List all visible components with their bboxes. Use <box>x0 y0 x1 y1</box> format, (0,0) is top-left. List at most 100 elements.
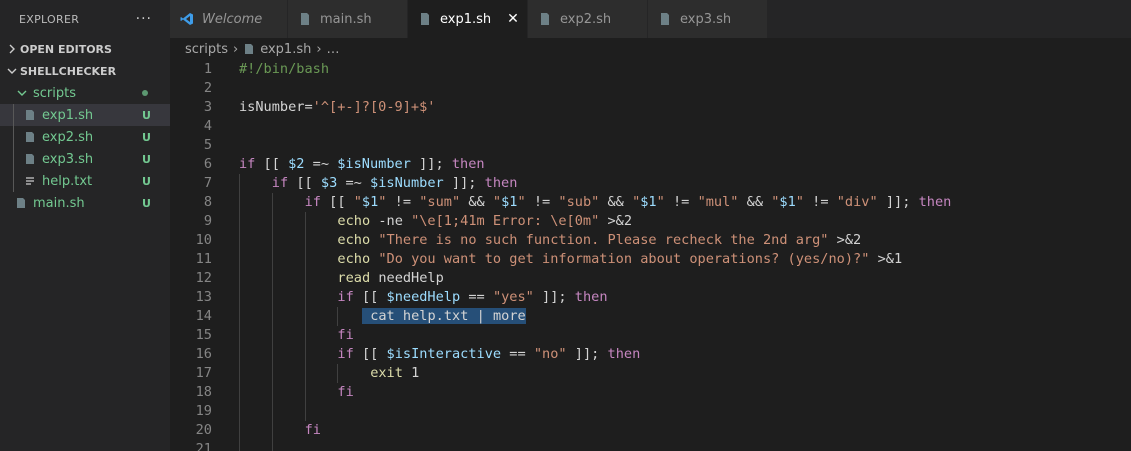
tree-folder-scripts[interactable]: scripts <box>0 82 170 104</box>
code-token: 1 <box>402 365 420 381</box>
code-line[interactable]: 19 <box>170 402 1131 421</box>
code-token: $2 <box>288 156 305 172</box>
code-line[interactable]: 12 read needHelp <box>170 269 1131 288</box>
code-token: then <box>484 175 518 191</box>
line-number: 17 <box>195 365 212 381</box>
line-number: 5 <box>203 137 212 153</box>
code-line[interactable]: 2 <box>170 79 1131 98</box>
code-token: cat help.txt | more <box>370 308 526 324</box>
code-token: && <box>599 194 633 210</box>
code-token: " <box>656 194 665 210</box>
code-token: ]]; <box>443 175 485 191</box>
tree-file-exp1[interactable]: exp1.sh U <box>0 104 170 126</box>
code-token: read <box>337 270 371 286</box>
indent-guide <box>271 193 273 212</box>
tree-item-label: exp2.sh <box>42 129 94 145</box>
breadcrumb-more[interactable]: … <box>327 42 340 57</box>
code-line[interactable]: 14 cat help.txt | more <box>170 307 1131 326</box>
code-line[interactable]: 13 if [[ $needHelp == "yes" ]]; then <box>170 288 1131 307</box>
breadcrumb-folder[interactable]: scripts <box>185 42 228 57</box>
code-token: fi <box>337 384 354 400</box>
tree-file-exp3[interactable]: exp3.sh U <box>0 148 170 170</box>
code-token: "sub" <box>558 194 600 210</box>
code-token: [[ <box>353 289 387 305</box>
breadcrumb-file[interactable]: exp1.sh <box>260 42 311 57</box>
code-editor[interactable]: 1 #!/bin/bash 2 3 isNumber='^[+-]?[0-9]+$' 4 5… <box>170 60 1131 451</box>
tree-file-exp2[interactable]: exp2.sh U <box>0 126 170 148</box>
code-text: if [[ $3 =~ $isNumber ]]; then <box>272 174 518 193</box>
tree-item-label: exp1.sh <box>42 107 94 123</box>
code-line[interactable]: 8 if [[ "$1" != "sum" && "$1" != "sub" &&… <box>170 193 1131 212</box>
code-token: $needHelp <box>386 289 461 305</box>
untracked-badge: U <box>142 196 151 210</box>
code-token: -ne <box>370 213 412 229</box>
explorer-header: EXPLORER ··· <box>0 0 170 38</box>
code-token: if <box>304 194 321 210</box>
chevron-right-icon <box>4 44 20 54</box>
tree-file-help[interactable]: help.txt U <box>0 170 170 192</box>
tab-main-sh[interactable]: main.sh <box>288 0 408 38</box>
chevron-right-icon: › <box>316 41 322 57</box>
indent-guide <box>239 231 240 250</box>
project-section[interactable]: SHELLCHECKER <box>0 60 170 82</box>
indent-guide <box>271 269 273 288</box>
code-token: && <box>460 194 493 210</box>
indent-guide <box>271 402 273 421</box>
code-token: echo <box>337 213 371 229</box>
code-token: needHelp <box>370 270 444 286</box>
indent-guide <box>239 269 240 288</box>
code-line[interactable]: 9 echo -ne "\e[1;41m Error: \e[0m" >&2 <box>170 212 1131 231</box>
tab-exp1-sh[interactable]: exp1.sh ✕ <box>408 0 528 38</box>
code-line[interactable]: 21 <box>170 440 1131 451</box>
file-icon <box>537 11 553 27</box>
code-line[interactable]: 7 if [[ $3 =~ $isNumber ]]; then <box>170 174 1131 193</box>
code-line[interactable]: 1 #!/bin/bash <box>170 60 1131 79</box>
line-number: 10 <box>195 232 212 248</box>
code-text: read needHelp <box>337 269 443 288</box>
code-line[interactable]: 3 isNumber='^[+-]?[0-9]+$' <box>170 98 1131 117</box>
more-actions-icon[interactable]: ··· <box>136 11 152 27</box>
code-line[interactable]: 10 echo "There is no such function. Pleas… <box>170 231 1131 250</box>
code-line[interactable]: 11 echo "Do you want to get information a… <box>170 250 1131 269</box>
code-line[interactable]: 20 fi <box>170 421 1131 440</box>
indent-guide <box>271 307 273 326</box>
chevron-right-icon: › <box>233 41 239 57</box>
explorer-sidebar: EXPLORER ··· OPEN EDITORS SHELLCHECKER s… <box>0 0 170 451</box>
code-line[interactable]: 5 <box>170 136 1131 155</box>
code-token: then <box>451 156 485 172</box>
code-line[interactable]: 4 <box>170 117 1131 136</box>
code-text: echo -ne "\e[1;41m Error: \e[0m" >&2 <box>337 212 632 231</box>
indent-guide <box>271 212 273 231</box>
close-icon[interactable]: ✕ <box>499 11 527 27</box>
line-number: 20 <box>195 422 212 438</box>
code-line[interactable]: 18 fi <box>170 383 1131 402</box>
open-editors-label: OPEN EDITORS <box>20 42 112 56</box>
tree-item-label: main.sh <box>33 195 85 211</box>
tab-exp3-sh[interactable]: exp3.sh <box>648 0 768 38</box>
line-number: 2 <box>203 80 212 96</box>
line-number: 9 <box>203 213 212 229</box>
code-token: >&1 <box>869 251 903 267</box>
code-token: ]]; <box>566 346 608 362</box>
line-number: 15 <box>195 327 212 343</box>
code-token: $1 <box>779 194 796 210</box>
tree-file-main[interactable]: main.sh U <box>0 192 170 214</box>
code-line[interactable]: 6 if [[ $2 =~ $isNumber ]]; then <box>170 155 1131 174</box>
modified-dot-icon <box>142 90 170 96</box>
indent-guide <box>337 307 339 326</box>
untracked-badge: U <box>142 174 151 188</box>
tab-exp2-sh[interactable]: exp2.sh <box>528 0 648 38</box>
editor-tabs: Welcome main.sh exp1.sh ✕ exp2.sh exp3.s… <box>170 0 1131 38</box>
tab-welcome[interactable]: Welcome <box>170 0 288 38</box>
code-line[interactable]: 16 if [[ $isInteractive == "no" ]]; then <box>170 345 1131 364</box>
code-token: echo <box>337 232 371 248</box>
tree-item-label: help.txt <box>42 173 93 189</box>
open-editors-section[interactable]: OPEN EDITORS <box>0 38 170 60</box>
code-line[interactable]: 17 exit 1 <box>170 364 1131 383</box>
line-number: 3 <box>203 99 212 115</box>
file-icon <box>243 43 255 55</box>
code-token: [[ <box>353 346 387 362</box>
code-token: " <box>353 194 362 210</box>
code-line[interactable]: 15 fi <box>170 326 1131 345</box>
code-token: $isNumber <box>370 175 444 191</box>
